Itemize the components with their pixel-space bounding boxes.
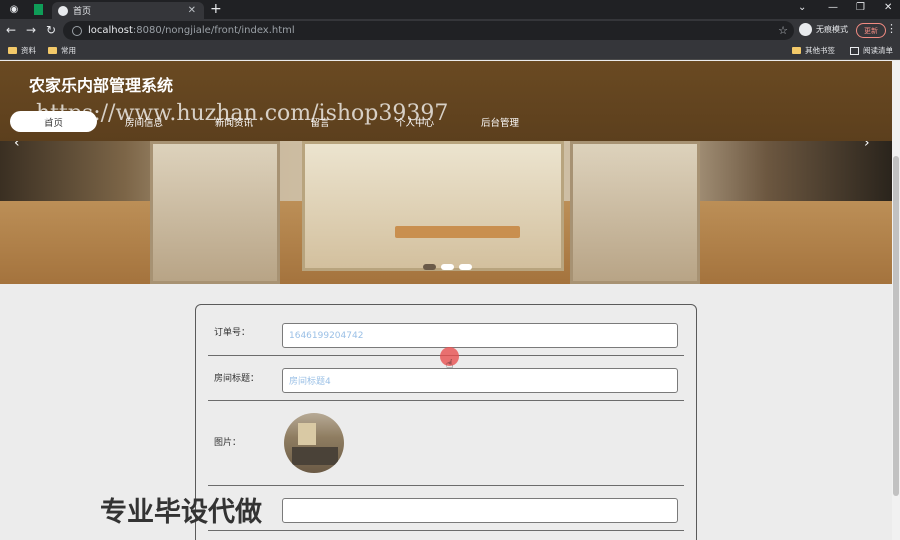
folder-icon [792,47,801,54]
order-form-card: 订单号： 1646199204742 房间标题： 房间标题4 图片： [195,304,697,540]
reading-list[interactable]: 阅读清单 [850,45,893,56]
browser-icon[interactable]: ◉ [6,2,22,17]
bookmark-folder[interactable]: 其他书签 [792,45,835,56]
close-tab-icon[interactable]: ✕ [188,5,196,16]
globe-icon [58,5,68,16]
forward-icon[interactable]: → [24,23,38,37]
folder-icon [48,47,57,54]
bookmark-folder[interactable]: 资料 [8,45,36,56]
bookmark-label: 资料 [21,46,36,55]
image-row: 图片： [208,402,684,486]
hand-cursor-icon: ☝ [446,357,454,371]
carousel-dot[interactable] [459,264,472,270]
hero-table [395,226,520,238]
tab-search-icon[interactable]: ⌄ [798,2,806,13]
next-field-row [208,487,684,531]
back-icon[interactable]: ← [4,23,18,37]
hero-panel [570,141,700,284]
incognito-indicator[interactable]: 无痕模式 [799,23,848,36]
order-number-field[interactable]: 1646199204742 [282,323,678,348]
bookmark-folder[interactable]: 常用 [48,45,76,56]
page-viewport: ‹ › 农家乐内部管理系统 首页 房间信息 新闻资讯 留言 个人中心 后台管理 … [0,61,892,540]
restore-icon[interactable]: ❐ [856,2,865,13]
reload-icon[interactable]: ↻ [44,23,58,37]
room-image-bed [292,447,338,465]
active-tab[interactable]: 首页 ✕ [52,2,204,19]
carousel-dot[interactable] [441,264,454,270]
sheets-tab-icon[interactable] [30,2,46,17]
next-field[interactable] [282,498,678,523]
order-number-label: 订单号： [214,328,251,338]
update-button[interactable]: 更新 [856,23,886,38]
incognito-label: 无痕模式 [816,25,848,34]
hero-panel [150,141,280,284]
page-scrollbar[interactable] [892,61,900,540]
bookmark-label: 常用 [61,46,76,55]
room-title-field[interactable]: 房间标题4 [282,368,678,393]
site-title: 农家乐内部管理系统 [29,76,174,95]
address-bar[interactable]: localhost :8080/nongjiale/front/index.ht… [63,21,794,40]
browser-toolbar: ← → ↻ localhost :8080/nongjiale/front/in… [0,19,900,42]
nav-admin[interactable]: 后台管理 [470,111,530,132]
url-path: :8080/nongjiale/front/index.html [132,25,295,36]
bookmark-star-icon[interactable]: ☆ [778,24,788,37]
url-host: localhost [88,25,133,36]
new-tab-icon[interactable]: + [210,1,222,17]
minimize-icon[interactable]: — [828,2,838,13]
promo-watermark: 专业毕设代做 [100,497,262,528]
room-image [284,413,344,473]
reading-list-icon [850,46,859,55]
scroll-thumb[interactable] [893,156,899,496]
tab-title: 首页 [73,7,92,17]
menu-icon[interactable]: ⋮ [886,22,897,35]
room-image-window [298,423,316,445]
carousel-indicators [423,264,472,270]
image-label: 图片： [214,438,242,448]
room-title-label: 房间标题： [214,374,260,384]
close-window-icon[interactable]: ✕ [884,2,892,13]
bookmarks-bar: 资料 常用 其他书签 阅读清单 [0,42,900,60]
folder-icon [8,47,17,54]
incognito-icon [799,23,812,36]
carousel-dot[interactable] [423,264,436,270]
tab-strip: ◉ 首页 ✕ + ⌄ — ❐ ✕ [0,0,900,19]
bookmark-label: 阅读清单 [863,46,893,55]
url-watermark: https://www.huzhan.com/ishop39397 [36,101,449,126]
bookmark-label: 其他书签 [805,46,835,55]
hero-doorway [302,141,564,271]
site-info-icon[interactable] [72,25,82,36]
